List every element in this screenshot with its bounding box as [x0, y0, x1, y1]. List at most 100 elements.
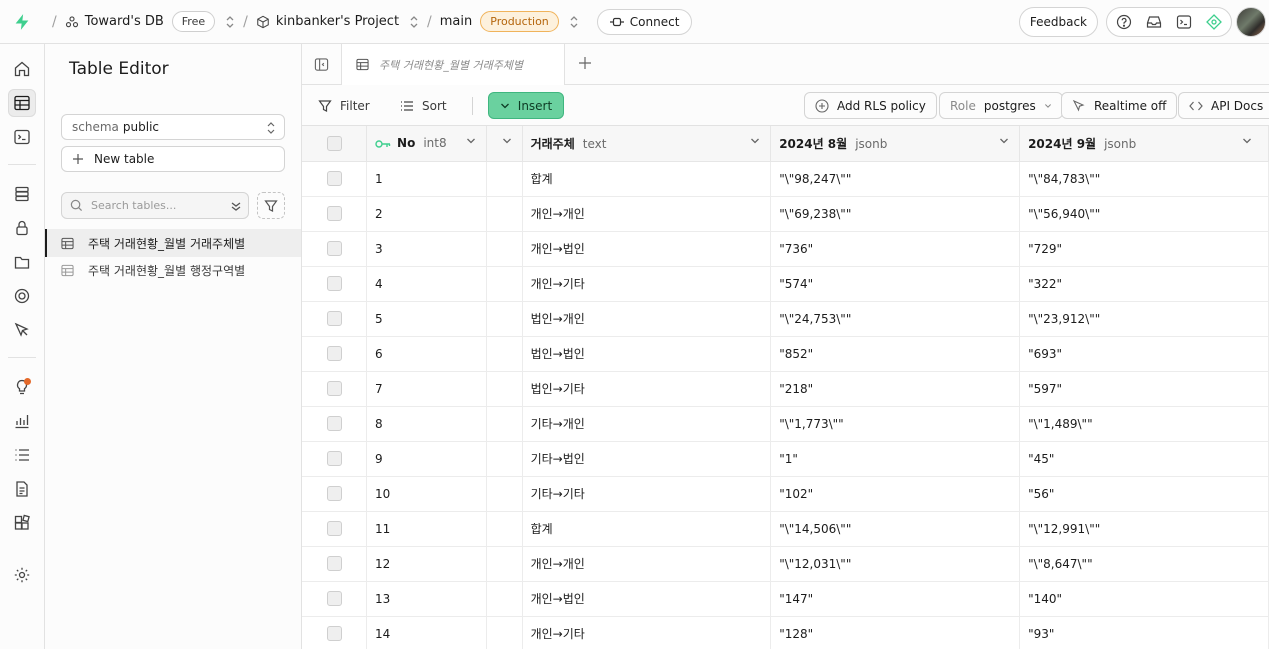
table-row[interactable]: 1 합계 "\"98,247\"" "\"84,783\"" [302, 161, 1269, 197]
row-select-cell[interactable] [302, 546, 368, 582]
table-row[interactable]: 6 법인→법인 "852" "693" [302, 336, 1269, 372]
realtime-toggle-button[interactable]: Realtime off [1061, 92, 1178, 119]
cell-no[interactable]: 3 [366, 231, 487, 267]
table-row[interactable]: 13 개인→법인 "147" "140" [302, 581, 1269, 617]
row-select-cell[interactable] [302, 336, 368, 372]
cell-aug[interactable]: "147" [770, 581, 1021, 617]
row-checkbox[interactable] [326, 521, 342, 536]
new-tab-plus-icon[interactable] [578, 56, 592, 70]
chevron-down-icon[interactable] [999, 137, 1009, 145]
cell-blank[interactable] [486, 441, 523, 477]
logs-list-icon[interactable] [8, 441, 36, 469]
row-checkbox[interactable] [326, 241, 342, 256]
row-select-cell[interactable] [302, 616, 368, 649]
row-checkbox[interactable] [326, 346, 342, 361]
cell-aug[interactable]: "\"69,238\"" [770, 196, 1021, 232]
cell-subject[interactable]: 개인→기타 [522, 616, 772, 649]
table-row[interactable]: 2 개인→개인 "\"69,238\"" "\"56,940\"" [302, 196, 1269, 232]
schema-select[interactable]: schema public [61, 114, 285, 140]
chevron-down-icon[interactable] [466, 137, 476, 145]
cell-subject[interactable]: 개인→개인 [522, 196, 772, 232]
cell-blank[interactable] [486, 301, 523, 337]
cell-subject[interactable]: 법인→기타 [522, 371, 772, 407]
row-checkbox[interactable] [326, 206, 342, 221]
cell-sep[interactable]: "\"84,783\"" [1019, 161, 1269, 197]
cell-sep[interactable]: "\"12,991\"" [1019, 511, 1269, 547]
cell-aug[interactable]: "\"12,031\"" [770, 546, 1021, 582]
cell-sep[interactable]: "322" [1019, 266, 1269, 302]
cell-blank[interactable] [486, 371, 523, 407]
cell-sep[interactable]: "93" [1019, 616, 1269, 649]
table-row[interactable]: 11 합계 "\"14,506\"" "\"12,991\"" [302, 511, 1269, 547]
table-row[interactable]: 9 기타→법인 "1" "45" [302, 441, 1269, 477]
cell-blank[interactable] [486, 546, 523, 582]
api-docs-button[interactable]: API Docs [1178, 92, 1269, 119]
toggle-sidebar-button[interactable] [302, 44, 342, 85]
edge-functions-icon[interactable] [8, 282, 36, 310]
row-checkbox[interactable] [326, 311, 342, 326]
cell-subject[interactable]: 기타→기타 [522, 476, 772, 512]
table-row[interactable]: 3 개인→법인 "736" "729" [302, 231, 1269, 267]
cell-aug[interactable]: "852" [770, 336, 1021, 372]
authentication-lock-icon[interactable] [8, 214, 36, 242]
add-rls-policy-button[interactable]: Add RLS policy [804, 92, 937, 119]
cell-no[interactable]: 14 [366, 616, 487, 649]
column-header-blank[interactable] [486, 126, 523, 162]
row-select-cell[interactable] [302, 581, 368, 617]
sort-button[interactable]: Sort [392, 93, 455, 118]
terminal-icon[interactable] [1176, 14, 1192, 30]
cell-subject[interactable]: 개인→기타 [522, 266, 772, 302]
table-editor-icon[interactable] [8, 89, 36, 117]
cell-sep[interactable]: "729" [1019, 231, 1269, 267]
filter-button[interactable]: Filter [310, 93, 378, 118]
cell-no[interactable]: 10 [366, 476, 487, 512]
cell-sep[interactable]: "140" [1019, 581, 1269, 617]
table-row[interactable]: 12 개인→개인 "\"12,031\"" "\"8,647\"" [302, 546, 1269, 582]
cell-aug[interactable]: "574" [770, 266, 1021, 302]
table-row[interactable]: 7 법인→기타 "218" "597" [302, 371, 1269, 407]
cell-blank[interactable] [486, 196, 523, 232]
cell-subject[interactable]: 개인→법인 [522, 581, 772, 617]
database-icon[interactable] [8, 180, 36, 208]
branch-switcher-chevrons-icon[interactable] [569, 15, 579, 29]
cell-subject[interactable]: 기타→개인 [522, 406, 772, 442]
cell-aug[interactable]: "736" [770, 231, 1021, 267]
settings-gear-icon[interactable] [8, 561, 36, 589]
cell-blank[interactable] [486, 406, 523, 442]
table-row[interactable]: 14 개인→기타 "128" "93" [302, 616, 1269, 649]
cell-sep[interactable]: "\"23,912\"" [1019, 301, 1269, 337]
cell-sep[interactable]: "597" [1019, 371, 1269, 407]
column-header-sep[interactable]: 2024년 9월 jsonb [1019, 126, 1269, 162]
row-select-cell[interactable] [302, 161, 368, 197]
advisors-lightbulb-icon[interactable] [8, 373, 36, 401]
inbox-icon[interactable] [1146, 14, 1162, 30]
cell-no[interactable]: 1 [366, 161, 487, 197]
cell-aug[interactable]: "\"14,506\"" [770, 511, 1021, 547]
storage-folder-icon[interactable] [8, 248, 36, 276]
cell-no[interactable]: 13 [366, 581, 487, 617]
row-select-cell[interactable] [302, 406, 368, 442]
cell-subject[interactable]: 기타→법인 [522, 441, 772, 477]
row-checkbox[interactable] [326, 591, 342, 606]
org-switcher-chevrons-icon[interactable] [225, 15, 235, 29]
row-select-cell[interactable] [302, 371, 368, 407]
table-row[interactable]: 5 법인→개인 "\"24,753\"" "\"23,912\"" [302, 301, 1269, 337]
cell-no[interactable]: 2 [366, 196, 487, 232]
cell-sep[interactable]: "\"1,489\"" [1019, 406, 1269, 442]
organization-name[interactable]: Toward's DB [85, 14, 164, 29]
cell-blank[interactable] [486, 336, 523, 372]
table-row[interactable]: 8 기타→개인 "\"1,773\"" "\"1,489\"" [302, 406, 1269, 442]
branch-name[interactable]: main [440, 14, 472, 29]
cell-blank[interactable] [486, 616, 523, 649]
project-switcher-chevrons-icon[interactable] [409, 15, 419, 29]
api-docs-file-icon[interactable] [8, 475, 36, 503]
cell-sep[interactable]: "693" [1019, 336, 1269, 372]
cell-blank[interactable] [486, 511, 523, 547]
project-name[interactable]: kinbanker's Project [276, 14, 399, 29]
cell-no[interactable]: 6 [366, 336, 487, 372]
cell-no[interactable]: 5 [366, 301, 487, 337]
row-select-cell[interactable] [302, 266, 368, 302]
cell-no[interactable]: 7 [366, 371, 487, 407]
cell-blank[interactable] [486, 161, 523, 197]
cell-no[interactable]: 11 [366, 511, 487, 547]
